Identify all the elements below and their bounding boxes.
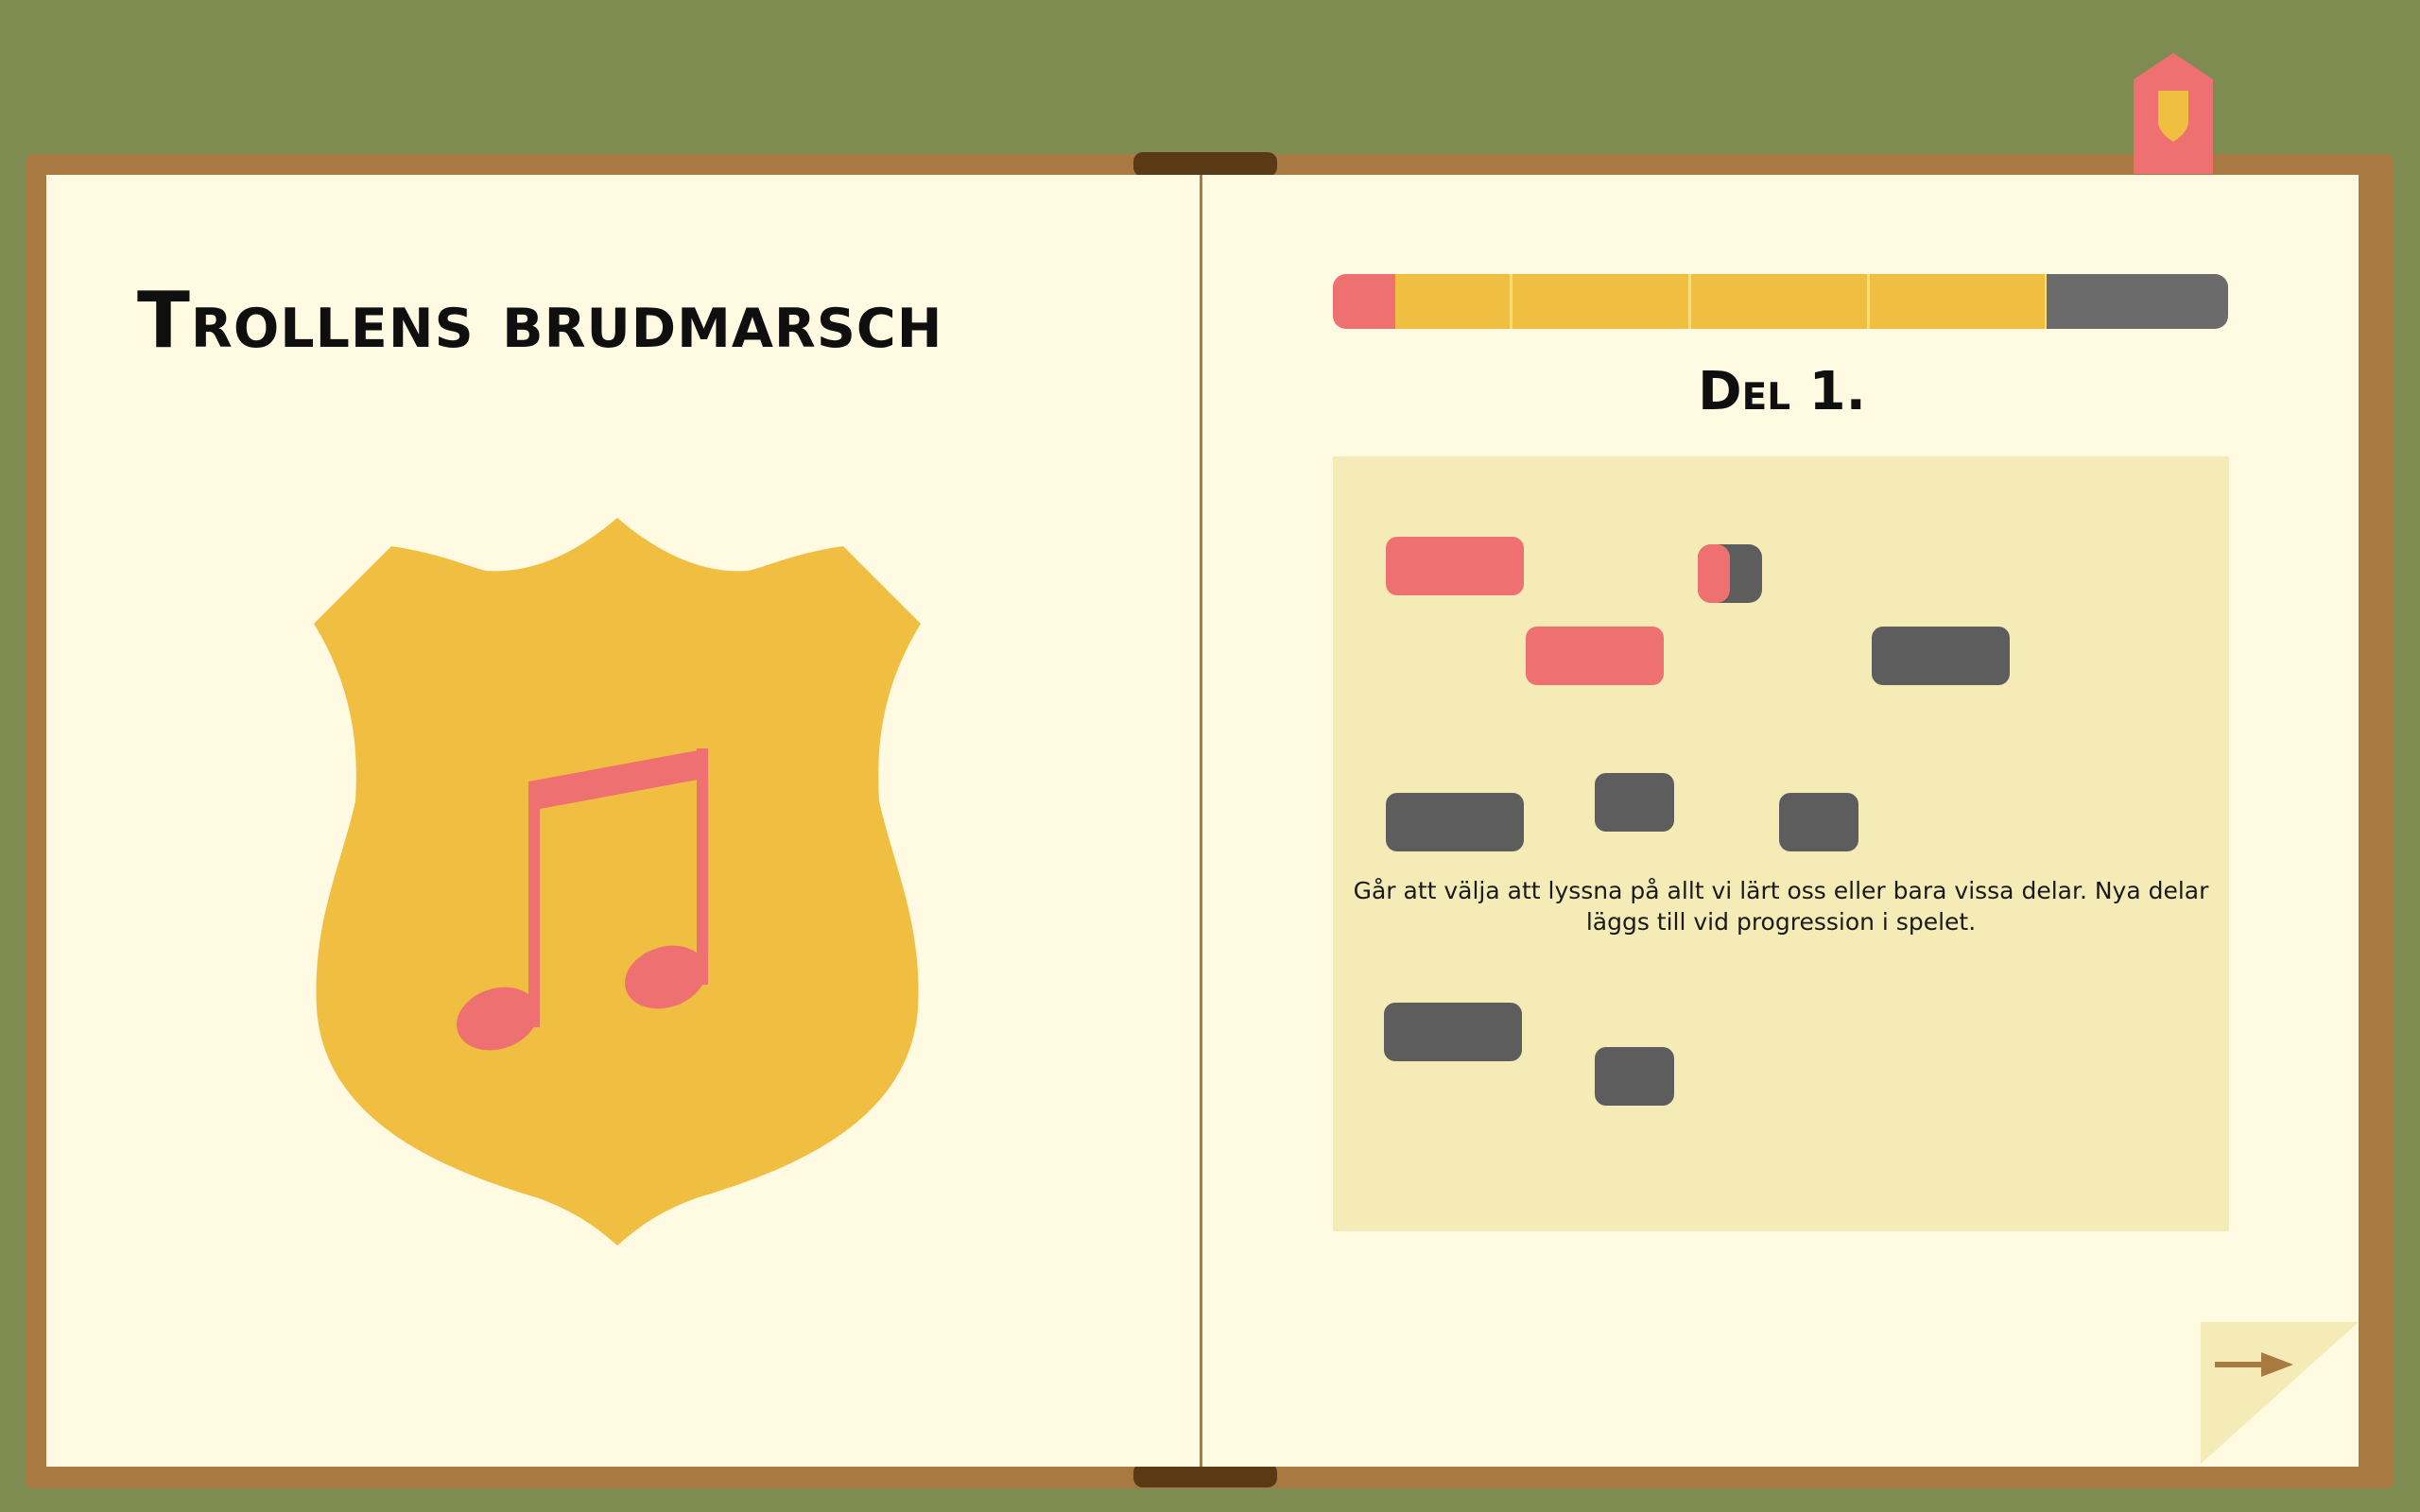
song-part-block-unlocked[interactable] xyxy=(1526,627,1664,685)
book-spine xyxy=(1200,175,1202,1467)
song-part-block-partial[interactable] xyxy=(1698,544,1762,603)
book-clasp-top xyxy=(1133,152,1277,177)
progress-completed xyxy=(1333,274,1395,329)
song-part-block-locked xyxy=(1386,793,1524,851)
progress-tick xyxy=(1688,274,1691,329)
song-parts-panel: Går att välja att lyssna på allt vi lärt… xyxy=(1333,456,2229,1231)
part-heading: Del 1. xyxy=(1698,361,1866,422)
progress-bar xyxy=(1333,274,2228,329)
song-part-block-locked xyxy=(1872,627,2010,685)
part-description: Går att välja att lyssna på allt vi lärt… xyxy=(1353,877,2209,936)
progress-locked xyxy=(2047,274,2228,329)
music-note-shield-icon xyxy=(314,518,921,1246)
progress-tick xyxy=(1510,274,1512,329)
song-part-partial-fill xyxy=(1698,544,1730,603)
song-part-block-locked xyxy=(1595,1047,1674,1106)
song-title: Trollens brudmarsch xyxy=(137,276,943,366)
song-part-block-locked xyxy=(1384,1003,1522,1061)
song-part-block-unlocked[interactable] xyxy=(1386,537,1524,595)
bookmark-tab[interactable] xyxy=(2134,53,2213,174)
next-page-button[interactable] xyxy=(2201,1322,2359,1464)
song-part-block-locked xyxy=(1595,773,1674,832)
progress-tick xyxy=(1867,274,1870,329)
song-part-block-locked xyxy=(1779,793,1858,851)
